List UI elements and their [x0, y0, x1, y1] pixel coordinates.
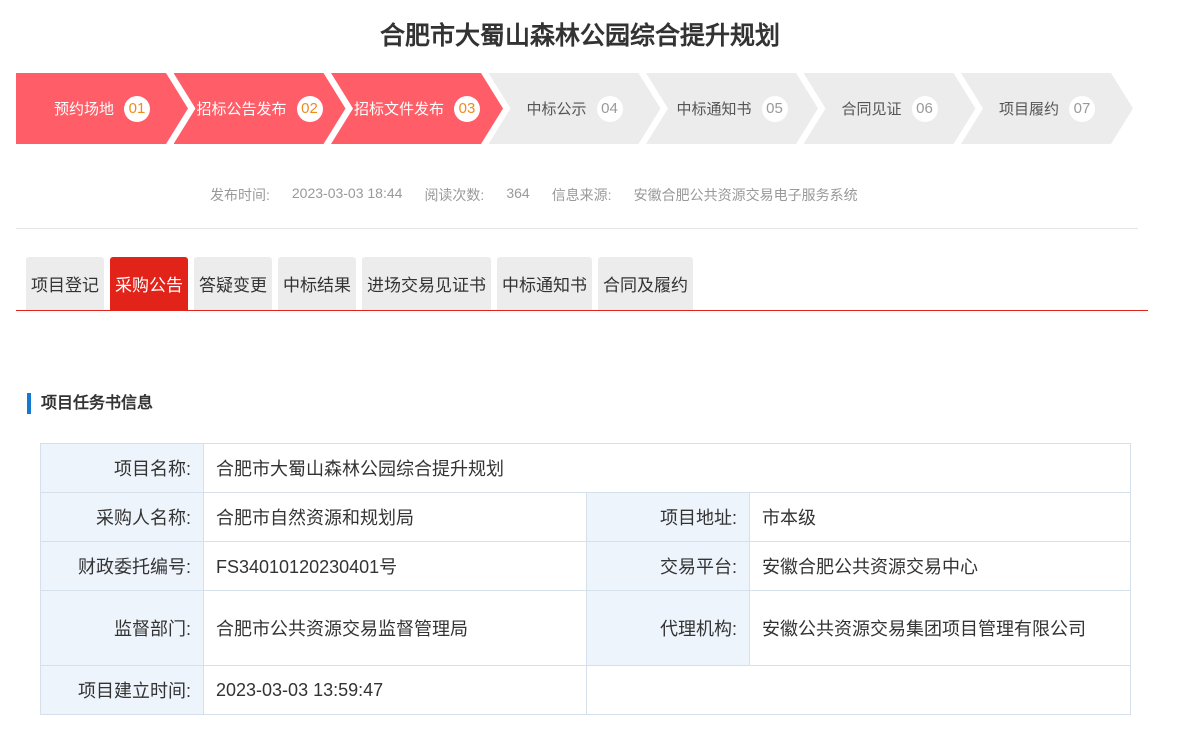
step-number: 06: [911, 95, 938, 122]
publish-label: 发布时间:: [210, 187, 270, 203]
step-number: 02: [296, 95, 323, 122]
page-title: 合肥市大蜀山森林公园综合提升规划: [379, 22, 780, 50]
step-label: 招标文件发布: [353, 101, 444, 118]
step-6[interactable]: 合同见证 06: [803, 73, 976, 144]
step-label: 预约场地: [53, 101, 114, 118]
tab-1[interactable]: 项目登记: [26, 257, 104, 310]
tab-5[interactable]: 进场交易见证书: [362, 257, 491, 310]
project-name: 合肥市大蜀山森林公园综合提升规划: [203, 443, 1131, 493]
supervisor: 合肥市公共资源交易监督管理局: [203, 590, 587, 666]
label: 项目地址:: [586, 492, 750, 542]
label: 项目建立时间:: [40, 665, 204, 715]
buyer: 合肥市自然资源和规划局: [203, 492, 587, 542]
label: 财政委托编号:: [40, 541, 204, 591]
tab-bar: 项目登记 采购公告 答疑变更 中标结果 进场交易见证书 中标通知书 合同及履约: [16, 257, 1148, 311]
platform: 安徽合肥公共资源交易中心: [749, 541, 1131, 591]
step-3[interactable]: 招标文件发布 03: [331, 73, 503, 144]
tab-6[interactable]: 中标通知书: [497, 257, 592, 310]
tab-4[interactable]: 中标结果: [278, 257, 356, 310]
created-time: 2023-03-03 13:59:47: [203, 665, 587, 715]
meta-info: 发布时间: 2023-03-03 18:44 阅读次数: 364 信息来源: 安…: [210, 185, 880, 205]
progress-steps: 预约场地 01 招标公告发布 02 招标文件发布 03 中标公示 04 中标通知书 05 合同见证 0…: [16, 73, 1134, 144]
step-label: 中标公示: [526, 101, 587, 118]
divider: [16, 228, 1138, 229]
empty-cell: [586, 665, 1131, 715]
step-1[interactable]: 预约场地 01: [16, 73, 188, 144]
step-label: 中标通知书: [676, 101, 752, 118]
source-label: 信息来源:: [551, 187, 612, 203]
agent: 安徽公共资源交易集团项目管理有限公司: [749, 590, 1131, 666]
reads-count: 364: [506, 185, 530, 201]
source: 安徽合肥公共资源交易电子服务系统: [633, 187, 858, 203]
step-7[interactable]: 项目履约 07: [961, 73, 1133, 144]
step-4[interactable]: 中标公示 04: [488, 73, 661, 144]
finance-number: FS34010120230401号: [203, 541, 587, 591]
step-number: 03: [454, 95, 480, 122]
label: 监督部门:: [40, 590, 204, 666]
reads-label: 阅读次数:: [424, 187, 485, 203]
step-label: 合同见证: [841, 101, 902, 118]
section-title: 项目任务书信息: [27, 393, 153, 414]
label: 项目名称:: [40, 443, 204, 493]
tab-7[interactable]: 合同及履约: [598, 257, 693, 310]
tab-2[interactable]: 采购公告: [110, 257, 188, 310]
step-number: 01: [124, 95, 150, 122]
label: 交易平台:: [586, 541, 750, 591]
step-number: 05: [761, 95, 788, 122]
step-number: 04: [596, 95, 623, 122]
step-label: 招标公告发布: [196, 101, 287, 118]
label: 采购人名称:: [40, 492, 204, 542]
step-5[interactable]: 中标通知书 05: [646, 73, 818, 144]
tab-3[interactable]: 答疑变更: [194, 257, 272, 310]
label: 代理机构:: [586, 590, 750, 666]
step-number: 07: [1069, 95, 1095, 122]
step-2[interactable]: 招标公告发布 02: [173, 73, 346, 144]
publish-time: 2023-03-03 18:44: [291, 185, 403, 201]
address: 市本级: [749, 492, 1131, 542]
info-table: 项目名称: 合肥市大蜀山森林公园综合提升规划 采购人名称: 合肥市自然资源和规划局项…: [40, 443, 1131, 715]
step-label: 项目履约: [998, 101, 1059, 118]
